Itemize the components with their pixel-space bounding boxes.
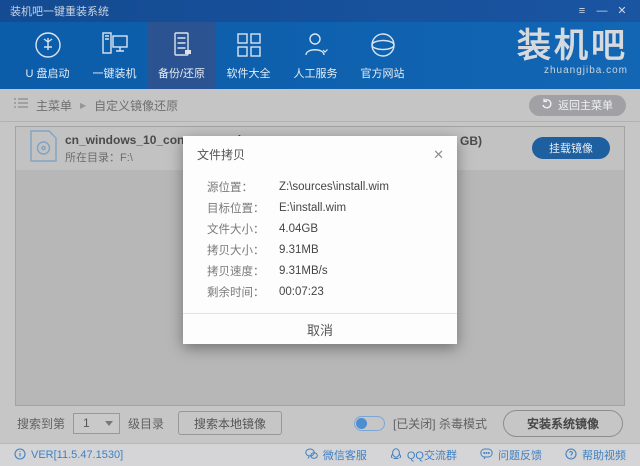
close-icon[interactable]: ✕: [612, 0, 632, 22]
back-to-menu-button[interactable]: 返回主菜单: [529, 95, 626, 116]
wechat-support-link[interactable]: 微信客服: [305, 447, 367, 463]
search-depth-select[interactable]: 1: [73, 413, 120, 434]
title-bar: 装机吧一键重装系统 ≡ — ✕: [0, 0, 640, 22]
nav-item-usb-boot[interactable]: U 盘启动: [14, 22, 81, 89]
search-depth-prefix: 搜索到第: [17, 415, 65, 432]
help-videos-link[interactable]: 帮助视频: [565, 447, 626, 463]
search-depth-value: 1: [83, 416, 105, 430]
dialog-body: 源位置： Z:\sources\install.wim 目标位置： E:\ins…: [183, 170, 457, 304]
version-text: VER[11.5.47.1530]: [31, 449, 123, 461]
bottom-controls: 搜索到第 1 级目录 搜索本地镜像 [已关闭] 杀毒模式 安装系统镜像: [0, 405, 640, 441]
dialog-header: 文件拷贝 ✕: [183, 136, 457, 170]
toggle-knob: [356, 418, 367, 429]
nav-item-one-key-install[interactable]: 一键装机: [81, 22, 148, 89]
brand-logo: 装机吧 zhuangjiba.com: [517, 28, 628, 76]
nav-item-label: 人工服务: [294, 65, 338, 81]
breadcrumb-root[interactable]: 主菜单: [36, 97, 72, 114]
minimize-icon[interactable]: —: [592, 0, 612, 22]
usb-icon: [33, 30, 63, 60]
mount-image-button[interactable]: 挂载镜像: [532, 137, 610, 159]
computer-icon: [99, 30, 131, 60]
install-system-image-button[interactable]: 安装系统镜像: [503, 410, 623, 437]
info-icon: [14, 448, 26, 463]
nav-item-label: 一键装机: [93, 65, 137, 81]
breadcrumb: 主菜单 ▶ 自定义镜像还原 返回主菜单: [0, 89, 640, 122]
apps-grid-icon: [234, 30, 264, 60]
breadcrumb-current: 自定义镜像还原: [94, 97, 178, 114]
logo-text: 装机吧: [517, 28, 628, 64]
feedback-icon: [480, 448, 493, 463]
nav-item-support[interactable]: 人工服务: [282, 22, 349, 89]
menu-icon[interactable]: ≡: [572, 0, 592, 22]
window-controls: ≡ — ✕: [572, 0, 640, 22]
search-local-images-button[interactable]: 搜索本地镜像: [178, 411, 282, 435]
search-depth-suffix: 级目录: [128, 415, 164, 432]
wechat-icon: [305, 448, 318, 463]
back-arrow-icon: [542, 98, 553, 112]
copy-field-file-size: 文件大小： 4.04GB: [207, 218, 443, 239]
qq-icon: [390, 448, 402, 463]
image-file-size-fragment: GB): [460, 134, 482, 148]
support-person-icon: [301, 30, 331, 60]
dialog-close-icon[interactable]: ✕: [433, 148, 444, 161]
dialog-title: 文件拷贝: [197, 146, 245, 163]
antivirus-toggle-label: [已关闭] 杀毒模式: [393, 415, 487, 432]
copy-field-target: 目标位置： E:\install.wim: [207, 197, 443, 218]
nav-item-software[interactable]: 软件大全: [215, 22, 282, 89]
nav-item-label: 备份/还原: [158, 65, 205, 81]
nav-item-label: U 盘启动: [26, 65, 70, 81]
nav-item-label: 软件大全: [227, 65, 271, 81]
footer-bar: VER[11.5.47.1530] 微信客服 QQ交流群: [0, 443, 640, 466]
cancel-button[interactable]: 取消: [307, 320, 333, 339]
main-nav: U 盘启动 一键装机 备份/还原: [0, 22, 640, 89]
disc-image-icon: [30, 130, 57, 167]
list-icon: [14, 96, 28, 114]
logo-domain: zhuangjiba.com: [517, 65, 628, 76]
antivirus-toggle-group: [已关闭] 杀毒模式: [354, 415, 487, 432]
copy-field-copied-size: 拷贝大小： 9.31MB: [207, 239, 443, 260]
breadcrumb-separator-icon: ▶: [80, 101, 86, 110]
app-window: 装机吧一键重装系统 ≡ — ✕ U 盘启动 一键装机: [0, 0, 640, 466]
window-title: 装机吧一键重装系统: [0, 3, 572, 19]
globe-icon: [368, 30, 398, 60]
nav-item-label: 官方网站: [361, 65, 405, 81]
qq-group-link[interactable]: QQ交流群: [390, 447, 457, 463]
file-copy-dialog: 文件拷贝 ✕ 源位置： Z:\sources\install.wim 目标位置：…: [183, 136, 457, 344]
backup-icon: [167, 30, 197, 60]
help-icon: [565, 448, 577, 463]
nav-item-website[interactable]: 官方网站: [349, 22, 416, 89]
feedback-link[interactable]: 问题反馈: [480, 447, 542, 463]
copy-field-speed: 拷贝速度： 9.31MB/s: [207, 260, 443, 281]
dialog-footer: 取消: [183, 313, 457, 344]
footer-links: 微信客服 QQ交流群 问题反馈: [305, 447, 626, 463]
chevron-down-icon: [105, 421, 113, 426]
copy-field-time-remaining: 剩余时间： 00:07:23: [207, 281, 443, 302]
antivirus-toggle[interactable]: [354, 416, 385, 431]
nav-item-backup-restore[interactable]: 备份/还原: [148, 22, 215, 89]
version-info[interactable]: VER[11.5.47.1530]: [14, 448, 123, 463]
copy-field-source: 源位置： Z:\sources\install.wim: [207, 176, 443, 197]
